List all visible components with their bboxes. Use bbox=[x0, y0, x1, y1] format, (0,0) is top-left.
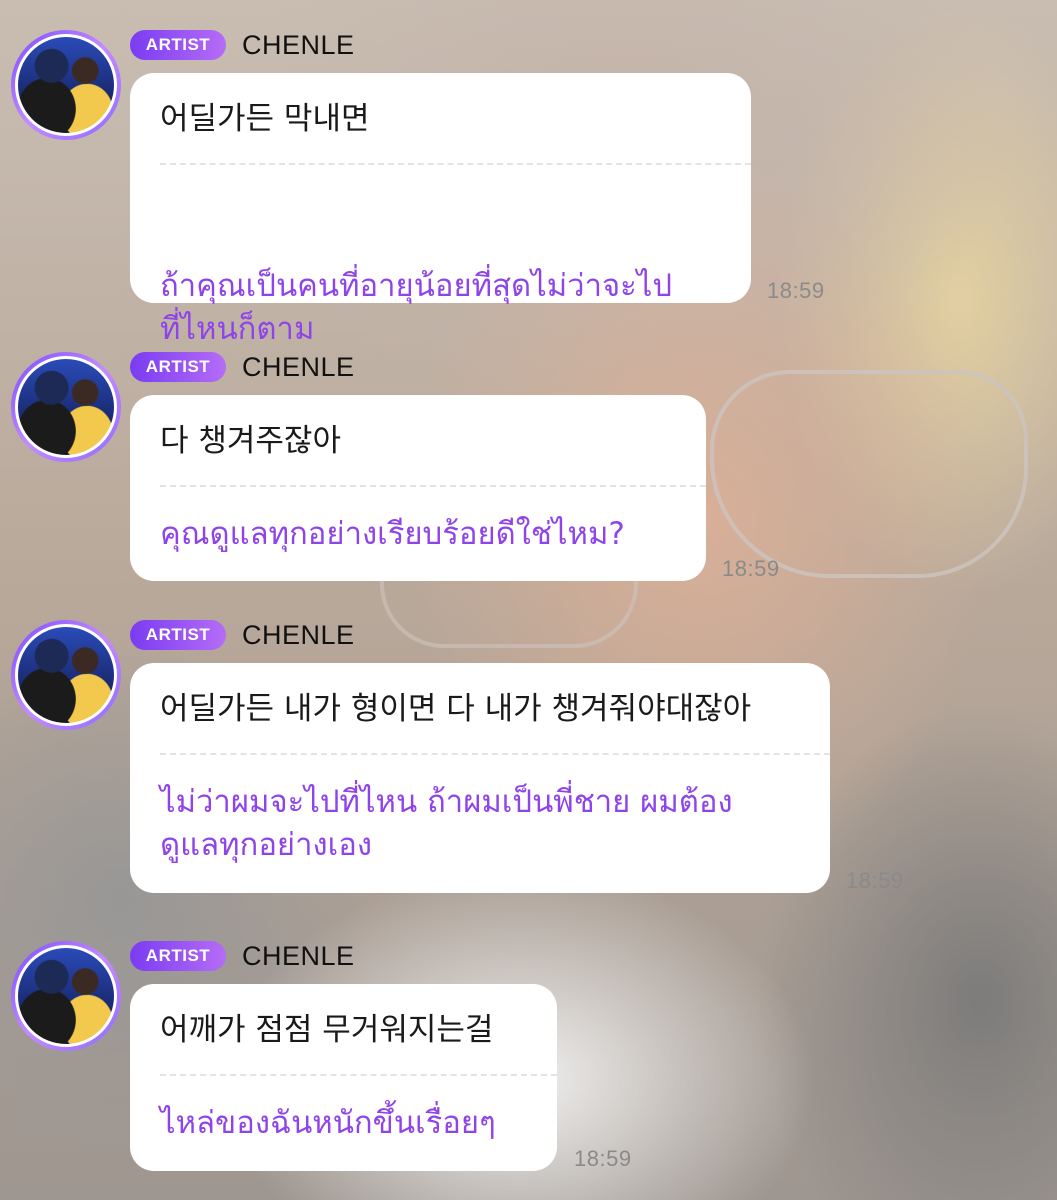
original-text: 어딜가든 내가 형이면 다 내가 챙겨줘야대잖아 bbox=[160, 691, 752, 727]
message-timestamp: 18:59 bbox=[767, 278, 825, 303]
original-text: 어깨가 점점 무거워지는걸 bbox=[160, 1012, 494, 1048]
translation-line: คุณดูแลทุกอย่างเรียบร้อยดีใช่ไหม? bbox=[160, 516, 625, 552]
translation-line: ไม่ว่าผมจะไปที่ไหน ถ้าผมเป็นพี่ชาย ผมต้อ… bbox=[160, 784, 733, 820]
artist-avatar[interactable] bbox=[11, 30, 121, 140]
sender-name: CHENLE bbox=[242, 620, 355, 650]
translation-line: ถ้าคุณเป็นคนที่อายุน้อยที่สุดไม่ว่าจะไป bbox=[160, 268, 673, 304]
glasses-frame-right bbox=[710, 370, 1028, 578]
bubble-divider bbox=[160, 1074, 557, 1076]
message-timestamp: 18:59 bbox=[846, 868, 904, 893]
avatar-photo-icon bbox=[15, 945, 117, 1047]
avatar-photo-icon bbox=[15, 624, 117, 726]
artist-badge: ARTIST bbox=[130, 620, 226, 650]
sender-name: CHENLE bbox=[242, 352, 355, 382]
translation-line: ไหล่ของฉันหนักขึ้นเรื่อยๆ bbox=[160, 1105, 496, 1141]
bubble-divider bbox=[160, 485, 706, 487]
message-timestamp: 18:59 bbox=[574, 1146, 632, 1171]
artist-badge: ARTIST bbox=[130, 352, 226, 382]
original-text: 다 챙겨주잖아 bbox=[160, 423, 341, 459]
original-text: 어딜가든 막내면 bbox=[160, 101, 370, 137]
sender-name: CHENLE bbox=[242, 941, 355, 971]
avatar-photo-icon bbox=[15, 34, 117, 136]
artist-avatar[interactable] bbox=[11, 352, 121, 462]
translation-line: ดูแลทุกอย่างเอง bbox=[160, 827, 372, 863]
message-timestamp: 18:59 bbox=[722, 556, 780, 581]
artist-avatar[interactable] bbox=[11, 620, 121, 730]
bubble-divider bbox=[160, 753, 830, 755]
message-bubble[interactable]: 어딜가든 막내면 ถ้าคุณเป็นคนที่อายุน้อยที่สุดไม… bbox=[130, 73, 751, 347]
message-bubble[interactable]: 어깨가 점점 무거워지는걸 ไหล่ของฉันหนักขึ้นเรื่อยๆ bbox=[130, 984, 557, 1171]
avatar-photo-icon bbox=[15, 356, 117, 458]
artist-avatar[interactable] bbox=[11, 941, 121, 1051]
sender-name: CHENLE bbox=[242, 30, 355, 60]
message-bubble[interactable]: 어딜가든 내가 형이면 다 내가 챙겨줘야대잖아 ไม่ว่าผมจะไปที่… bbox=[130, 663, 830, 893]
message-bubble[interactable]: 다 챙겨주잖아 คุณดูแลทุกอย่างเรียบร้อยดีใช่ไหม… bbox=[130, 395, 706, 581]
artist-badge: ARTIST bbox=[130, 30, 226, 60]
artist-badge: ARTIST bbox=[130, 941, 226, 971]
translation-line: ที่ไหนก็ตาม bbox=[160, 311, 315, 347]
bubble-divider bbox=[160, 163, 751, 165]
